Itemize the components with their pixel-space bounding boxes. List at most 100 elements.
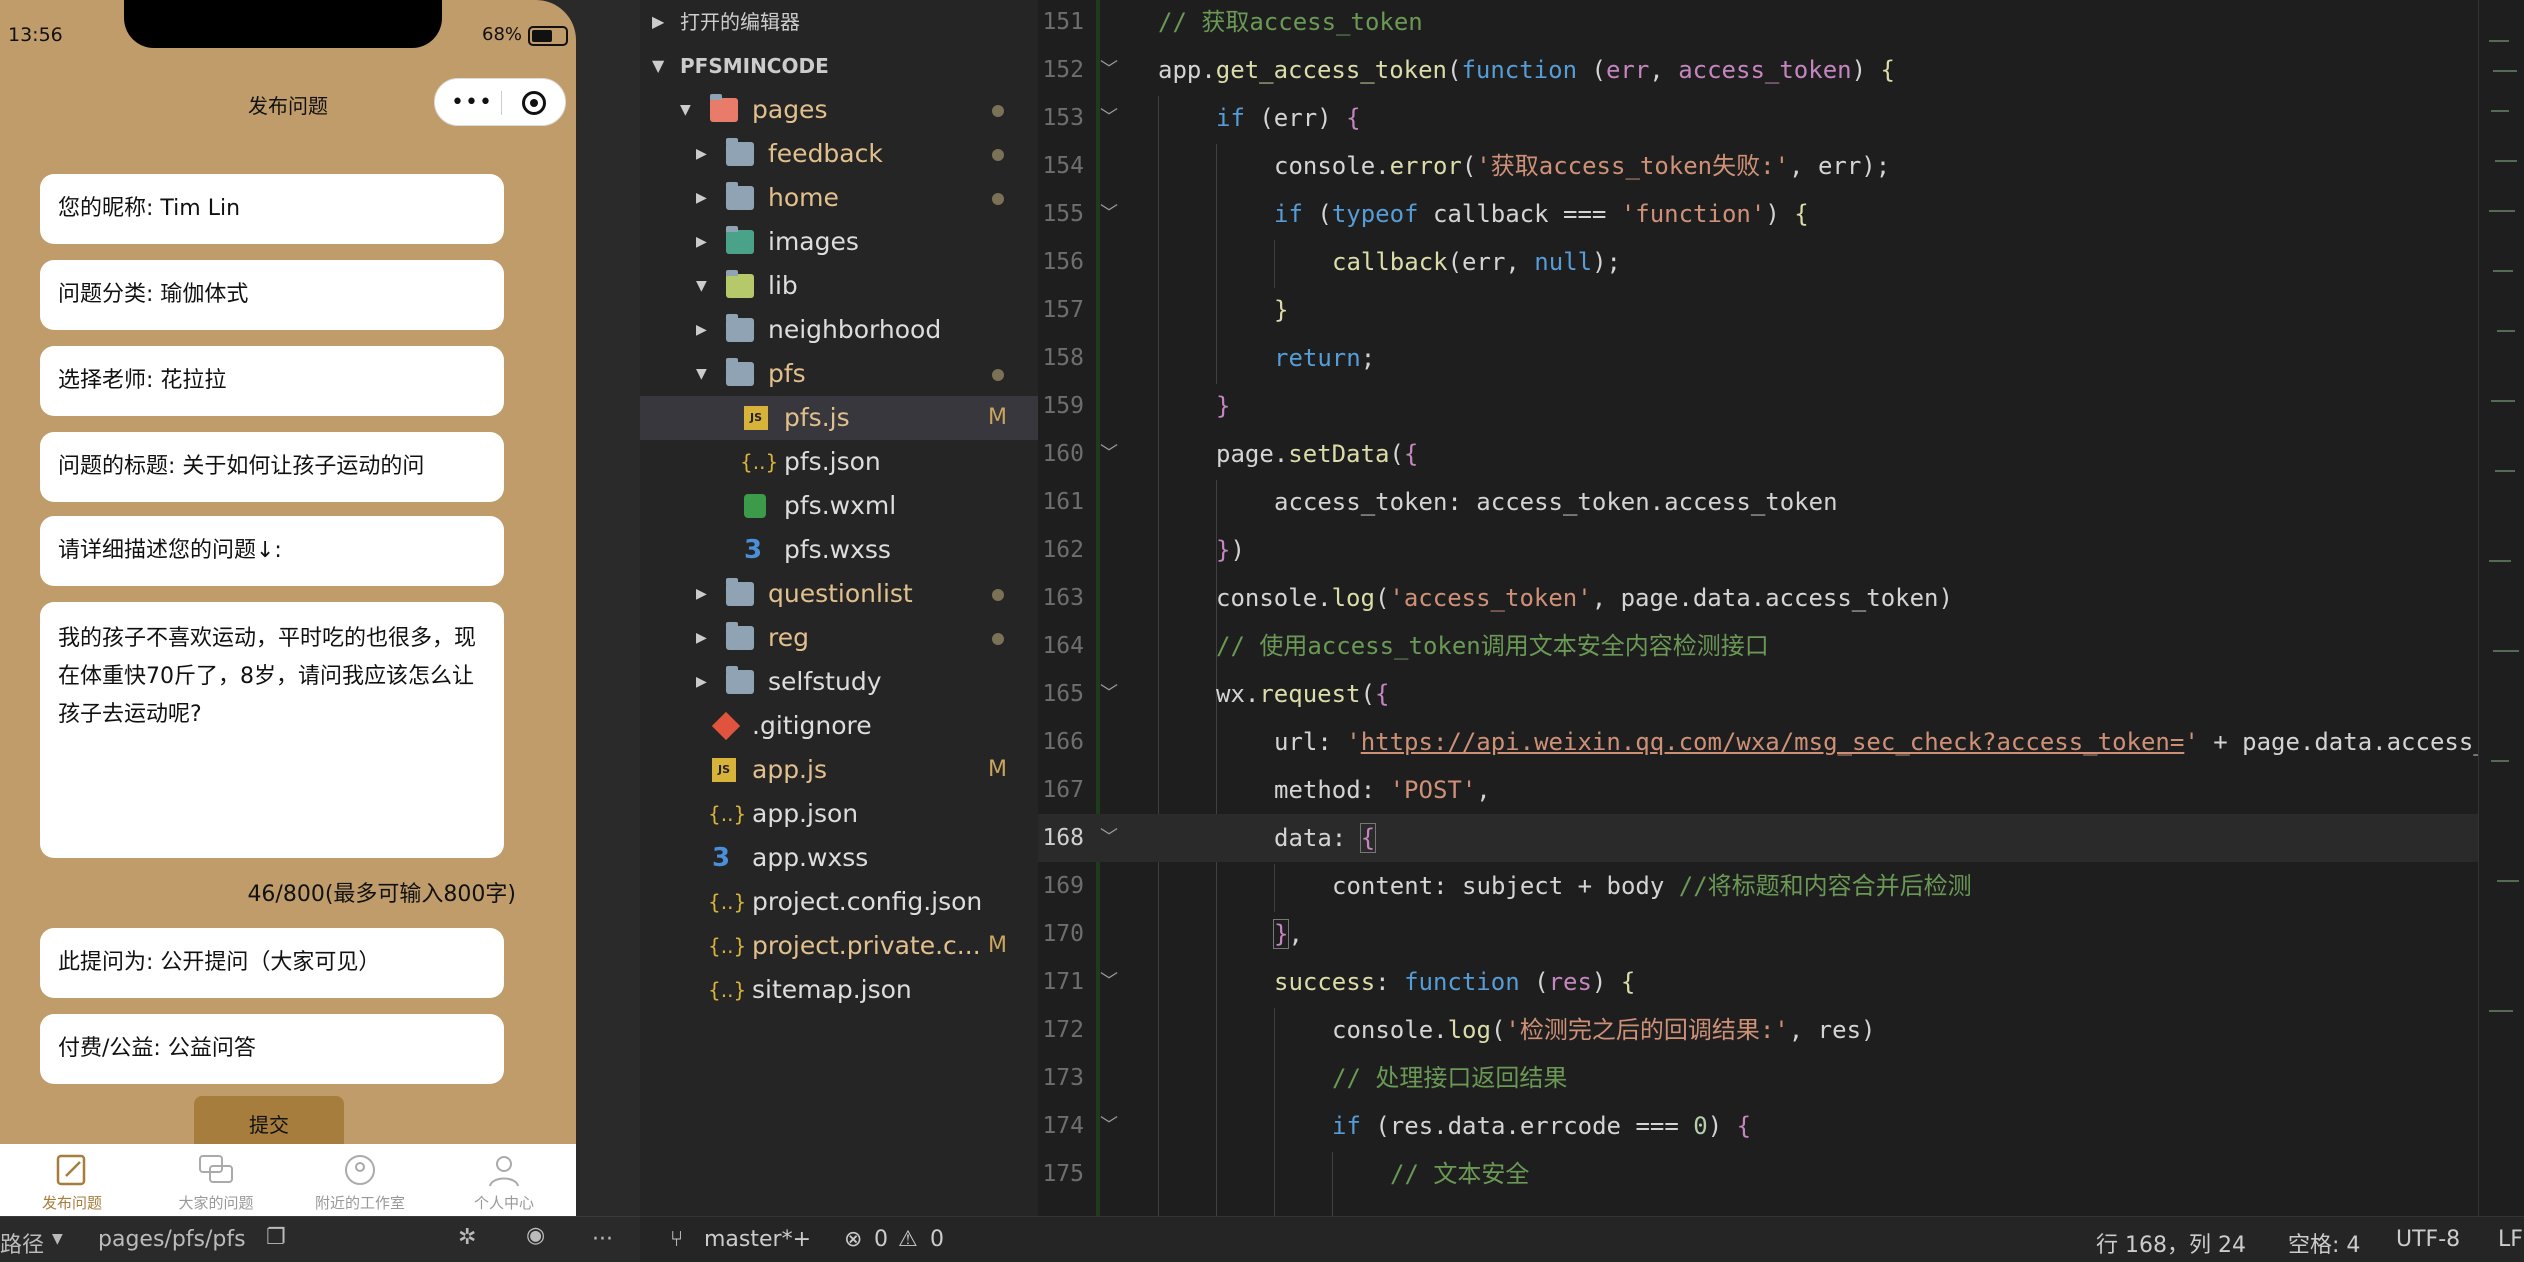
fold-chevron-icon: ﹀ xyxy=(1100,107,1118,128)
line-number: 159 xyxy=(1042,393,1084,419)
tree-item-app-wxss[interactable]: 3 app.wxss xyxy=(640,836,1038,880)
visibility-picker[interactable]: 此提问为: 公开提问（大家可见） xyxy=(40,928,504,998)
tree-item-neighborhood[interactable]: ▶ neighborhood xyxy=(640,308,1038,352)
tree-item-gitignore[interactable]: .gitignore xyxy=(640,704,1038,748)
line-number: 153 xyxy=(1042,105,1084,131)
eye-icon[interactable]: ◉ xyxy=(526,1223,545,1248)
more-icon[interactable]: ••• xyxy=(451,90,493,115)
line-number: 175 xyxy=(1042,1161,1084,1187)
tree-item-pages[interactable]: ▼ pages xyxy=(640,88,1038,132)
line-number: 170 xyxy=(1042,921,1084,947)
status-bar: ⑂ master*+ ⊗ 0 ⚠ 0 行 168，列 24 空格: 4 UTF-… xyxy=(640,1216,2524,1262)
more-icon[interactable]: ··· xyxy=(592,1227,613,1252)
chevron-right-icon: ▶ xyxy=(696,234,707,250)
tree-item-pfs-wxml[interactable]: pfs.wxml xyxy=(640,484,1038,528)
tree-item-label: pfs.wxml xyxy=(784,491,897,520)
warning-icon[interactable]: ⚠ xyxy=(898,1227,918,1252)
tree-item-images[interactable]: ▶ images xyxy=(640,220,1038,264)
git-branch-icon[interactable]: ⑂ xyxy=(670,1227,683,1252)
line-number: 158 xyxy=(1042,345,1084,371)
tab-label: 个人中心 xyxy=(473,1194,534,1212)
fold-chevron-icon: ﹀ xyxy=(1100,1115,1118,1136)
error-count[interactable]: 0 xyxy=(874,1227,888,1252)
line-number: 155 xyxy=(1042,201,1084,227)
simulator-panel: 13:56 68% 发布问题 ••• 您的昵称: Tim Lin 问题分类: 瑜… xyxy=(0,0,640,1262)
tree-item-label: pfs xyxy=(768,359,806,388)
tree-item-label: neighborhood xyxy=(768,315,942,344)
chevron-down-icon[interactable]: ▼ xyxy=(52,1231,63,1247)
copy-icon[interactable]: ❐ xyxy=(266,1225,286,1250)
tree-item-label: images xyxy=(768,227,859,256)
category-picker[interactable]: 问题分类: 瑜伽体式 xyxy=(40,260,504,330)
line-number: 164 xyxy=(1042,633,1084,659)
code-line: 165 ﹀ wx.request({ xyxy=(1038,670,2478,718)
code-line: 154 console.error('获取access_token失败:', er… xyxy=(1038,142,2478,190)
tab-publish[interactable]: 发布问题 xyxy=(0,1144,144,1216)
tree-item-label: .gitignore xyxy=(752,711,872,740)
modified-dot xyxy=(992,369,1004,381)
tree-item-project-config[interactable]: {..} project.config.json xyxy=(640,880,1038,924)
code-line: 155 ﹀ if (typeof callback === 'function') … xyxy=(1038,190,2478,238)
minimap[interactable] xyxy=(2478,0,2524,1216)
code-line: 172 console.log('检测完之后的回调结果:', res) xyxy=(1038,1006,2478,1054)
error-icon[interactable]: ⊗ xyxy=(844,1227,862,1252)
line-ending[interactable]: LF xyxy=(2498,1227,2523,1252)
tab-questions[interactable]: 大家的问题 xyxy=(144,1144,288,1216)
indentation[interactable]: 空格: 4 xyxy=(2288,1227,2360,1259)
description-textarea[interactable]: 我的孩子不喜欢运动，平时吃的也很多，现在体重快70斤了，8岁，请问我应该怎么让孩… xyxy=(40,602,504,858)
code-line: 175// 文本安全 xyxy=(1038,1150,2478,1198)
api-url-link[interactable]: https://api.weixin.qq.com/wxa/msg_sec_ch… xyxy=(1361,728,2185,756)
modified-dot xyxy=(992,589,1004,601)
open-editors-section[interactable]: ▶ 打开的编辑器 xyxy=(640,0,1038,44)
code-line: 174 ﹀ if (res.data.errcode === 0) { xyxy=(1038,1102,2478,1150)
tree-item-pfs-json[interactable]: {..} pfs.json xyxy=(640,440,1038,484)
tab-nearby[interactable]: 附近的工作室 xyxy=(288,1144,432,1216)
json-file-icon: {..} xyxy=(708,890,747,914)
tree-item-home[interactable]: ▶ home xyxy=(640,176,1038,220)
tree-item-reg[interactable]: ▶ reg xyxy=(640,616,1038,660)
tree-item-app-json[interactable]: {..} app.json xyxy=(640,792,1038,836)
tree-item-project-private[interactable]: {..} project.private.c... M xyxy=(640,924,1038,968)
code-line: 151// 获取access_token xyxy=(1038,0,2478,46)
tree-item-feedback[interactable]: ▶ feedback xyxy=(640,132,1038,176)
line-number: 161 xyxy=(1042,489,1084,515)
mini-program-navbar: 发布问题 ••• xyxy=(0,72,576,134)
bug-icon[interactable]: ✲ xyxy=(458,1225,476,1250)
encoding[interactable]: UTF-8 xyxy=(2396,1227,2460,1252)
close-target-icon[interactable] xyxy=(522,91,546,115)
tree-item-label: app.json xyxy=(752,799,859,828)
project-section[interactable]: ▼ PFSMINCODE xyxy=(640,44,1038,88)
tree-item-pfs-js[interactable]: JS pfs.js M xyxy=(640,396,1038,440)
git-icon xyxy=(711,711,741,741)
page-path: pages/pfs/pfs xyxy=(98,1227,246,1252)
tree-item-app-js[interactable]: JS app.js M xyxy=(640,748,1038,792)
tree-item-lib[interactable]: ▼ lib xyxy=(640,264,1038,308)
code-line: 157} xyxy=(1038,286,2478,334)
chevron-right-icon: ▶ xyxy=(652,12,665,31)
line-number: 151 xyxy=(1042,9,1084,35)
tree-item-label: project.private.c... xyxy=(752,931,981,960)
cursor-position[interactable]: 行 168，列 24 xyxy=(2096,1227,2246,1259)
fold-chevron-icon: ﹀ xyxy=(1100,683,1118,704)
tree-item-pfs[interactable]: ▼ pfs xyxy=(640,352,1038,396)
nickname-field[interactable]: 您的昵称: Tim Lin xyxy=(40,174,504,244)
tree-item-label: selfstudy xyxy=(768,667,882,696)
tree-item-questionlist[interactable]: ▶ questionlist xyxy=(640,572,1038,616)
tree-item-sitemap[interactable]: {..} sitemap.json xyxy=(640,968,1038,1012)
payment-picker[interactable]: 付费/公益: 公益问答 xyxy=(40,1014,504,1084)
line-number: 171 xyxy=(1042,969,1084,995)
tree-item-label: pages xyxy=(752,95,828,124)
phone-status-bar: 13:56 68% xyxy=(0,0,576,72)
chat-icon xyxy=(199,1155,233,1183)
title-input[interactable]: 问题的标题: 关于如何让孩子运动的问 xyxy=(40,432,504,502)
teacher-picker[interactable]: 选择老师: 花拉拉 xyxy=(40,346,504,416)
tree-item-pfs-wxss[interactable]: 3 pfs.wxss xyxy=(640,528,1038,572)
warning-count[interactable]: 0 xyxy=(930,1227,944,1252)
tree-item-selfstudy[interactable]: ▶ selfstudy xyxy=(640,660,1038,704)
code-editor[interactable]: 151// 获取access_token 152 ﹀ app.get_access_… xyxy=(1038,0,2524,1216)
chevron-right-icon: ▶ xyxy=(696,586,707,602)
path-label[interactable]: 路径 xyxy=(0,1227,44,1259)
line-number: 173 xyxy=(1042,1065,1084,1091)
tab-profile[interactable]: 个人中心 xyxy=(432,1144,576,1216)
git-branch[interactable]: master*+ xyxy=(704,1227,811,1252)
